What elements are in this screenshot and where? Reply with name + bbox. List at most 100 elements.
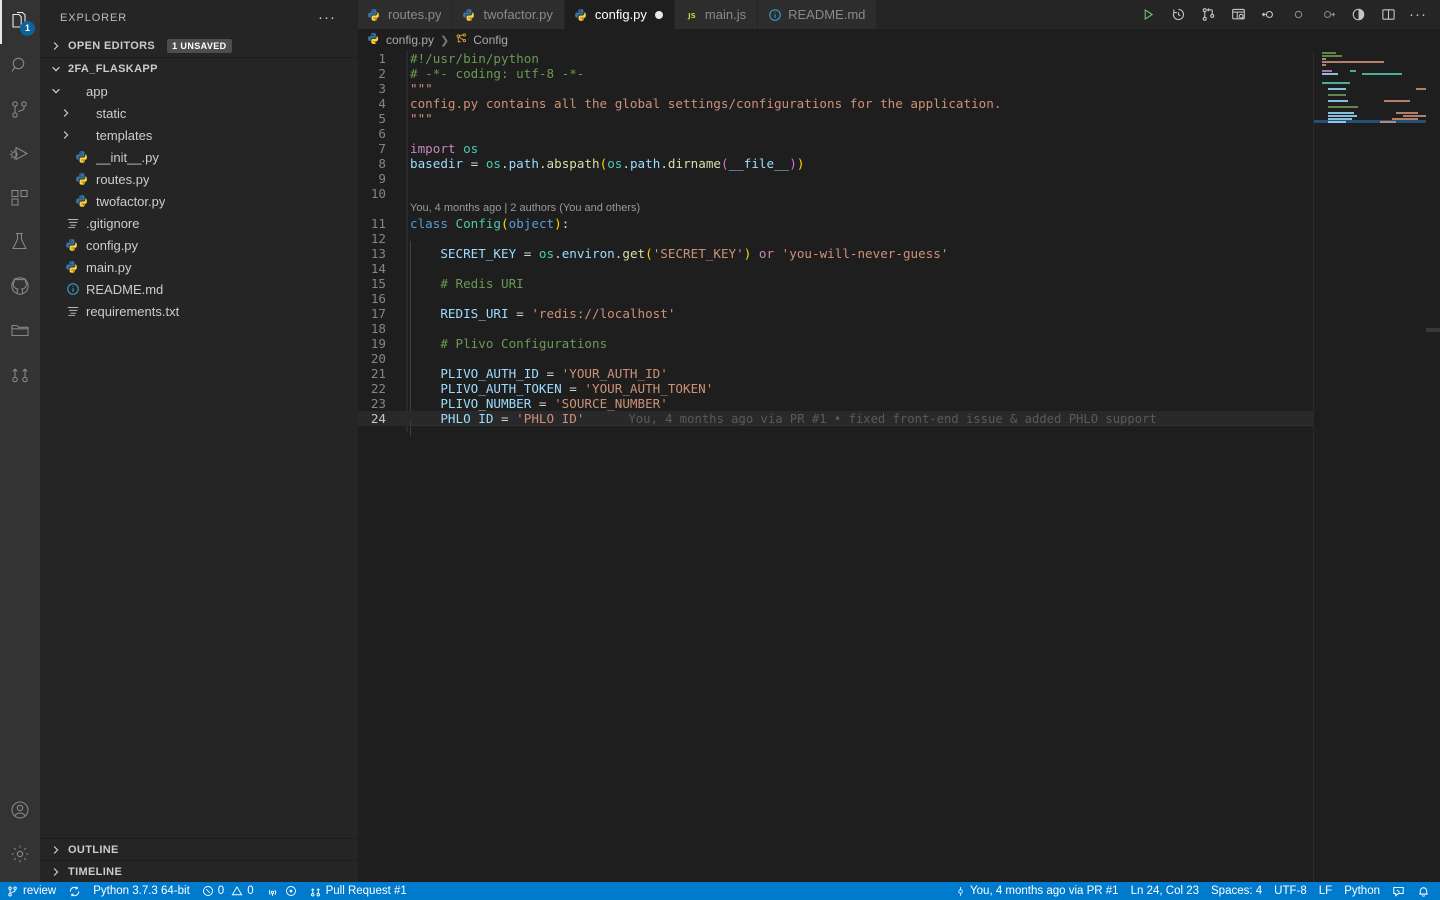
tree-item-twofactor-py[interactable]: twofactor.py (40, 190, 358, 212)
code-line-8[interactable]: 8basedir = os.path.abspath(os.path.dirna… (358, 156, 1440, 171)
git-blame-status[interactable]: You, 4 months ago via PR #1 (949, 882, 1125, 900)
pull-request-status[interactable]: Pull Request #1 (303, 882, 413, 900)
code-line-22[interactable]: 22 PLIVO_AUTH_TOKEN = 'YOUR_AUTH_TOKEN' (358, 381, 1440, 396)
code-line-5[interactable]: 5""" (358, 111, 1440, 126)
coverage-button[interactable] (1344, 1, 1372, 29)
step-into-button[interactable] (1254, 1, 1282, 29)
cursor-position-status[interactable]: Ln 24, Col 23 (1125, 882, 1205, 900)
indentation-status[interactable]: Spaces: 4 (1205, 882, 1268, 900)
code-line-18[interactable]: 18 (358, 321, 1440, 336)
code-line-10[interactable]: 10 (358, 186, 1440, 201)
editor-tab-twofactor-py[interactable]: twofactor.py (453, 0, 564, 29)
code-text: # Plivo Configurations (410, 336, 607, 351)
python-interpreter-status[interactable]: Python 3.7.3 64-bit (87, 882, 196, 900)
activity-bar: 1 (0, 0, 40, 882)
language-mode-status[interactable]: Python (1338, 882, 1386, 900)
section-open-editors[interactable]: OPEN EDITORS 1 UNSAVED (40, 35, 358, 57)
line-number: 2 (358, 66, 400, 81)
activity-bar-item-manage[interactable] (0, 832, 40, 876)
code-line-23[interactable]: 23 PLIVO_NUMBER = 'SOURCE_NUMBER' (358, 396, 1440, 411)
compare-changes-button[interactable] (1194, 1, 1222, 29)
activity-bar-item-remote-explorer[interactable] (0, 308, 40, 352)
gutter-indicator (400, 336, 410, 351)
code-line-12[interactable]: 12 (358, 231, 1440, 246)
eol-label: LF (1319, 885, 1332, 897)
breadcrumb-item-file[interactable]: config.py (368, 32, 434, 48)
tree-item-config-py[interactable]: config.py (40, 234, 358, 256)
code-line-7[interactable]: 7import os (358, 141, 1440, 156)
activity-bar-item-run-and-debug[interactable] (0, 132, 40, 176)
code-text: PLIVO_NUMBER = 'SOURCE_NUMBER' (410, 396, 668, 411)
section-project-root[interactable]: 2FA_FLASKAPP (40, 57, 358, 79)
code-line-6[interactable]: 6 (358, 126, 1440, 141)
activity-bar-item-source-control[interactable] (0, 88, 40, 132)
tree-item--init-py[interactable]: __init__.py (40, 146, 358, 168)
editor-tab-config-py[interactable]: config.py (565, 0, 675, 29)
tree-item-templates[interactable]: templates (40, 124, 358, 146)
tree-item-app[interactable]: app (40, 80, 358, 102)
code-line-3[interactable]: 3""" (358, 81, 1440, 96)
code-line-13[interactable]: 13 SECRET_KEY = os.environ.get('SECRET_K… (358, 246, 1440, 261)
scrollbar-thumb[interactable] (1426, 328, 1440, 332)
ports-status[interactable] (260, 882, 303, 900)
tree-item-requirements-txt[interactable]: requirements.txt (40, 300, 358, 322)
sidebar-more-actions-icon[interactable]: ··· (318, 9, 350, 26)
code-line-11[interactable]: 11class Config(object): (358, 216, 1440, 231)
tree-item-label: app (86, 84, 108, 99)
breakpoint-button[interactable] (1284, 1, 1312, 29)
code-line-4[interactable]: 4config.py contains all the global setti… (358, 96, 1440, 111)
code-line-15[interactable]: 15 # Redis URI (358, 276, 1440, 291)
problems-status[interactable]: 0 0 (196, 882, 260, 900)
sync-status[interactable] (62, 882, 87, 900)
code-lines[interactable]: 1#!/usr/bin/python2# -*- coding: utf-8 -… (358, 51, 1440, 882)
code-line-16[interactable]: 16 (358, 291, 1440, 306)
code-line-17[interactable]: 17 REDIS_URI = 'redis://localhost' (358, 306, 1440, 321)
notifications-status[interactable] (1411, 882, 1436, 900)
feedback-status[interactable] (1386, 882, 1411, 900)
tree-item-routes-py[interactable]: routes.py (40, 168, 358, 190)
tree-item-readme-md[interactable]: README.md (40, 278, 358, 300)
activity-bar-item-search[interactable] (0, 44, 40, 88)
tree-item-main-py[interactable]: main.py (40, 256, 358, 278)
step-over-button[interactable] (1314, 1, 1342, 29)
code-line-21[interactable]: 21 PLIVO_AUTH_ID = 'YOUR_AUTH_ID' (358, 366, 1440, 381)
unsaved-indicator[interactable] (655, 11, 663, 19)
code-line-2[interactable]: 2# -*- coding: utf-8 -*- (358, 66, 1440, 81)
section-outline[interactable]: OUTLINE (40, 838, 358, 860)
open-changes-button[interactable] (1224, 1, 1252, 29)
activity-bar-item-explorer[interactable]: 1 (0, 0, 40, 44)
code-line-19[interactable]: 19 # Plivo Configurations (358, 336, 1440, 351)
editor-tab-bar: routes.pytwofactor.pyconfig.pyJSmain.jsR… (358, 0, 1440, 29)
code-text: PHLO_ID = 'PHLO_ID' You, 4 months ago vi… (410, 411, 1157, 426)
activity-bar-item-extensions[interactable] (0, 176, 40, 220)
editor-tab-readme-md[interactable]: README.md (758, 0, 877, 29)
split-editor-button[interactable] (1374, 1, 1402, 29)
code-line-1[interactable]: 1#!/usr/bin/python (358, 51, 1440, 66)
editor-tab-main-js[interactable]: JSmain.js (675, 0, 758, 29)
breadcrumb-item-symbol[interactable]: Config (455, 32, 508, 48)
code-text: import os (410, 141, 478, 156)
more-actions-button[interactable]: ··· (1404, 1, 1432, 29)
line-number: 1 (358, 51, 400, 66)
activity-bar-item-accounts[interactable] (0, 788, 40, 832)
branch-status[interactable]: review (0, 882, 62, 900)
code-line-24[interactable]: 24 PHLO_ID = 'PHLO_ID' You, 4 months ago… (358, 411, 1440, 426)
code-line-20[interactable]: 20 (358, 351, 1440, 366)
code-editor[interactable]: 1#!/usr/bin/python2# -*- coding: utf-8 -… (358, 51, 1440, 882)
run-python-file-button[interactable] (1134, 1, 1162, 29)
eol-status[interactable]: LF (1313, 882, 1338, 900)
minimap[interactable] (1314, 51, 1426, 882)
code-line-9[interactable]: 9 (358, 171, 1440, 186)
activity-bar-item-github[interactable] (0, 264, 40, 308)
gutter-indicator (400, 96, 410, 111)
timeline-history-button[interactable] (1164, 1, 1192, 29)
activity-bar-item-pull-requests[interactable] (0, 352, 40, 396)
section-timeline[interactable]: TIMELINE (40, 860, 358, 882)
editor-vertical-scrollbar[interactable] (1426, 51, 1440, 882)
tree-item--gitignore[interactable]: .gitignore (40, 212, 358, 234)
tree-item-static[interactable]: static (40, 102, 358, 124)
code-line-14[interactable]: 14 (358, 261, 1440, 276)
editor-tab-routes-py[interactable]: routes.py (358, 0, 453, 29)
encoding-status[interactable]: UTF-8 (1268, 882, 1313, 900)
activity-bar-item-testing[interactable] (0, 220, 40, 264)
